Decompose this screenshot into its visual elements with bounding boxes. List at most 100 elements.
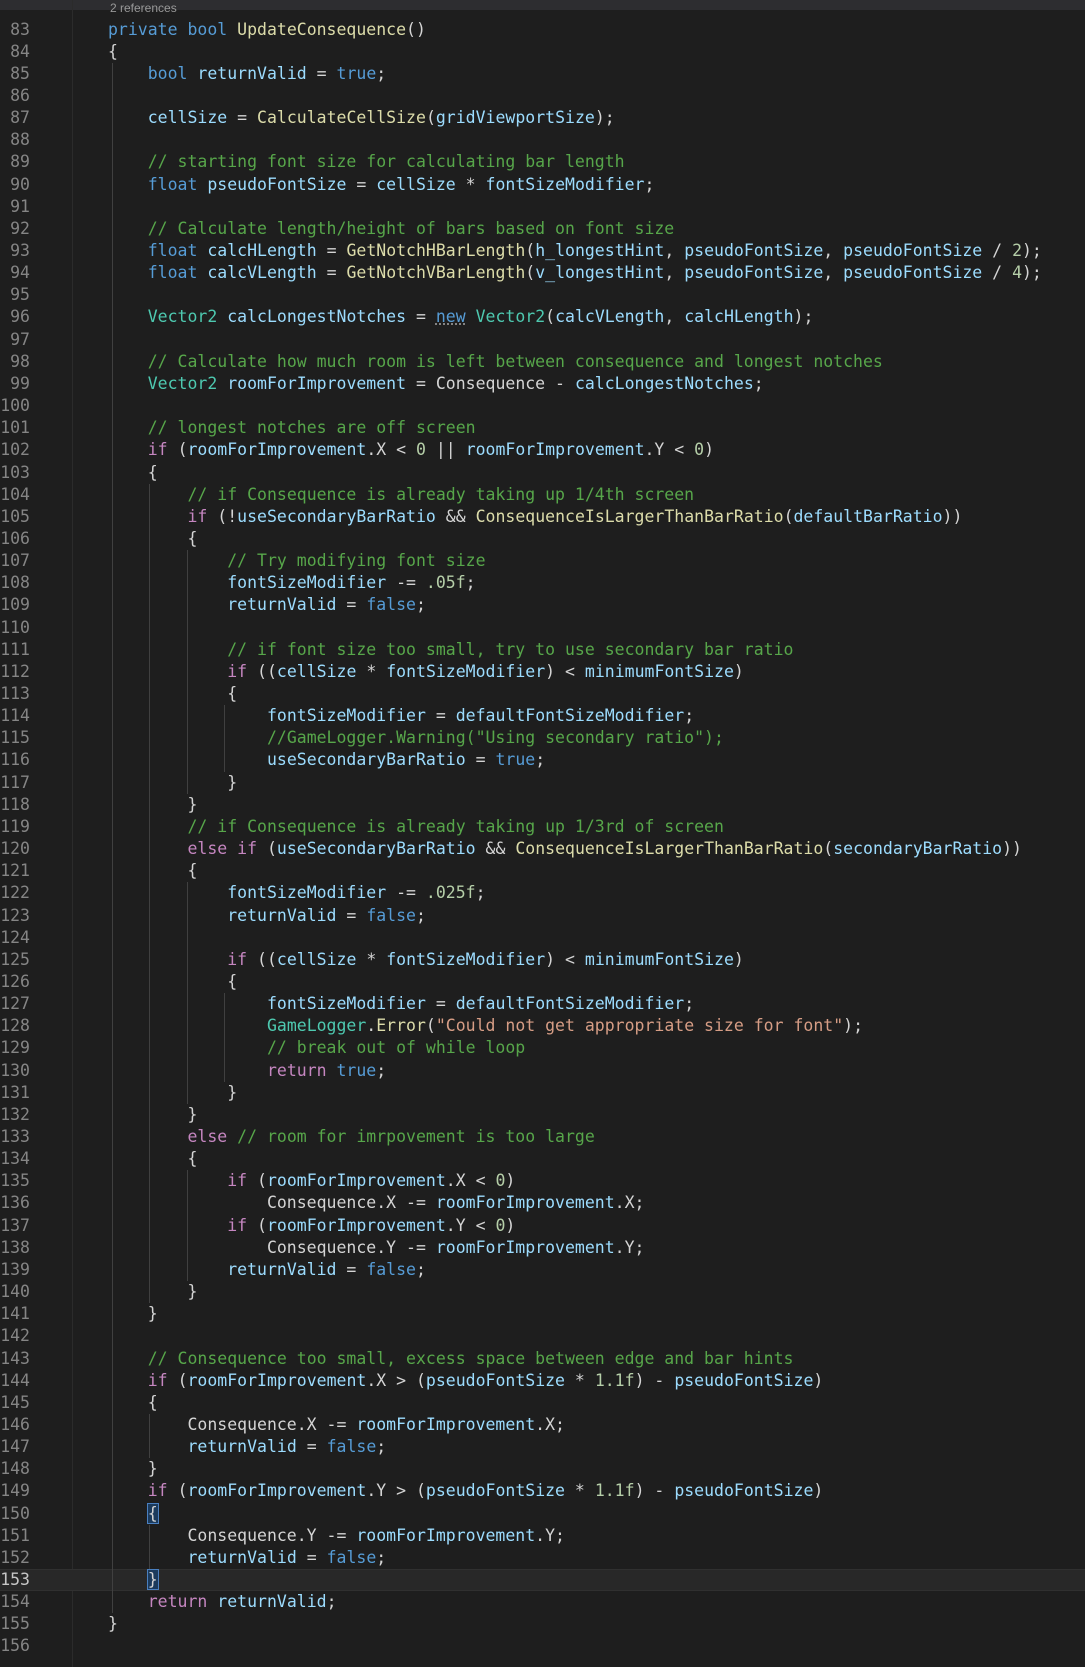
line-number[interactable]: 112 [0,661,30,683]
code-text[interactable]: fontSizeModifier = defaultFontSizeModifi… [108,705,694,727]
code-line[interactable]: 111 // if font size too small, try to us… [0,639,1085,661]
code-line[interactable]: 122 fontSizeModifier -= .025f; [0,882,1085,904]
code-text[interactable]: Vector2 calcLongestNotches = new Vector2… [108,306,814,328]
code-line[interactable]: 101 // longest notches are off screen [0,417,1085,439]
line-number[interactable]: 90 [0,174,30,196]
line-number[interactable]: 129 [0,1037,30,1059]
code-line[interactable]: 135 if (roomForImprovement.X < 0) [0,1170,1085,1192]
code-line[interactable]: 117 } [0,772,1085,794]
code-line[interactable]: 132 } [0,1104,1085,1126]
code-text[interactable]: { [108,860,197,882]
line-number[interactable]: 139 [0,1259,30,1281]
line-number[interactable]: 96 [0,306,30,328]
line-number[interactable]: 107 [0,550,30,572]
line-number[interactable]: 109 [0,594,30,616]
code-line[interactable]: 130 return true; [0,1060,1085,1082]
code-line[interactable]: 138 Consequence.Y -= roomForImprovement.… [0,1237,1085,1259]
code-line[interactable]: 144 if (roomForImprovement.X > (pseudoFo… [0,1370,1085,1392]
line-number[interactable]: 128 [0,1015,30,1037]
code-line[interactable]: 98 // Calculate how much room is left be… [0,351,1085,373]
code-text[interactable]: Consequence.Y -= roomForImprovement.Y; [108,1237,645,1259]
code-text[interactable]: } [108,1281,197,1303]
line-number[interactable]: 126 [0,971,30,993]
line-number[interactable]: 145 [0,1392,30,1414]
code-text[interactable]: // if Consequence is already taking up 1… [108,816,723,838]
line-number[interactable]: 122 [0,882,30,904]
code-text[interactable]: if (roomForImprovement.Y < 0) [108,1215,515,1237]
code-line[interactable]: 88 [0,129,1085,151]
line-number[interactable]: 150 [0,1503,30,1525]
code-text[interactable]: // starting font size for calculating ba… [108,151,625,173]
line-number[interactable]: 151 [0,1525,30,1547]
line-number[interactable]: 85 [0,63,30,85]
code-text[interactable]: } [108,1569,159,1591]
code-line[interactable]: 136 Consequence.X -= roomForImprovement.… [0,1192,1085,1214]
line-number[interactable]: 97 [0,329,30,351]
line-number[interactable]: 124 [0,927,30,949]
line-number[interactable]: 88 [0,129,30,151]
code-text[interactable]: bool returnValid = true; [108,63,386,85]
line-number[interactable]: 153 [0,1569,30,1591]
code-text[interactable]: Consequence.X -= roomForImprovement.X; [108,1192,645,1214]
code-line[interactable]: 113 { [0,683,1085,705]
code-text[interactable]: returnValid = false; [108,594,426,616]
code-text[interactable]: float pseudoFontSize = cellSize * fontSi… [108,174,655,196]
code-line[interactable]: 109 returnValid = false; [0,594,1085,616]
line-number[interactable]: 134 [0,1148,30,1170]
code-line[interactable]: 87 cellSize = CalculateCellSize(gridView… [0,107,1085,129]
line-number[interactable]: 99 [0,373,30,395]
code-line[interactable]: 89 // starting font size for calculating… [0,151,1085,173]
code-text[interactable]: } [108,1458,158,1480]
line-number[interactable]: 116 [0,749,30,771]
code-text[interactable]: //GameLogger.Warning("Using secondary ra… [108,727,724,749]
line-number[interactable]: 115 [0,727,30,749]
code-line[interactable]: 140 } [0,1281,1085,1303]
line-number[interactable]: 106 [0,528,30,550]
line-number[interactable]: 155 [0,1613,30,1635]
code-line[interactable]: 110 [0,617,1085,639]
code-text[interactable]: // Consequence too small, excess space b… [108,1348,794,1370]
code-text[interactable]: // Calculate length/height of bars based… [108,218,675,240]
code-line[interactable]: 127 fontSizeModifier = defaultFontSizeMo… [0,993,1085,1015]
code-text[interactable]: // break out of while loop [108,1037,525,1059]
line-number[interactable]: 154 [0,1591,30,1613]
code-line[interactable]: 85 bool returnValid = true; [0,63,1085,85]
code-line[interactable]: 126 { [0,971,1085,993]
line-number[interactable]: 120 [0,838,30,860]
code-text[interactable]: { [108,41,118,63]
code-line[interactable]: 92 // Calculate length/height of bars ba… [0,218,1085,240]
code-line[interactable]: 99 Vector2 roomForImprovement = Conseque… [0,373,1085,395]
line-number[interactable]: 114 [0,705,30,727]
line-number[interactable]: 130 [0,1060,30,1082]
code-line[interactable]: 153 } [0,1569,1085,1592]
line-number[interactable]: 87 [0,107,30,129]
line-number[interactable]: 127 [0,993,30,1015]
line-number[interactable]: 123 [0,905,30,927]
code-text[interactable]: } [108,1303,158,1325]
code-text[interactable]: // if Consequence is already taking up 1… [108,484,694,506]
codelens-references[interactable]: 2 references [106,0,181,18]
code-line[interactable]: 123 returnValid = false; [0,905,1085,927]
code-line[interactable]: 128 GameLogger.Error("Could not get appr… [0,1015,1085,1037]
line-number[interactable]: 86 [0,85,30,107]
code-line[interactable]: 139 returnValid = false; [0,1259,1085,1281]
code-line[interactable]: 148 } [0,1458,1085,1480]
line-number[interactable]: 92 [0,218,30,240]
line-number[interactable]: 147 [0,1436,30,1458]
line-number[interactable]: 110 [0,617,30,639]
line-number[interactable]: 125 [0,949,30,971]
code-line[interactable]: 84 { [0,41,1085,63]
line-number[interactable]: 133 [0,1126,30,1148]
code-line[interactable]: 118 } [0,794,1085,816]
code-line[interactable]: 100 [0,395,1085,417]
code-text[interactable]: { [108,528,197,550]
line-number[interactable]: 118 [0,794,30,816]
code-line[interactable]: 156 [0,1635,1085,1657]
code-line[interactable]: 119 // if Consequence is already taking … [0,816,1085,838]
code-line[interactable]: 121 { [0,860,1085,882]
code-line[interactable]: 97 [0,329,1085,351]
line-number[interactable]: 105 [0,506,30,528]
code-text[interactable]: if ((cellSize * fontSizeModifier) < mini… [108,661,744,683]
code-text[interactable]: { [108,971,237,993]
line-number[interactable]: 93 [0,240,30,262]
